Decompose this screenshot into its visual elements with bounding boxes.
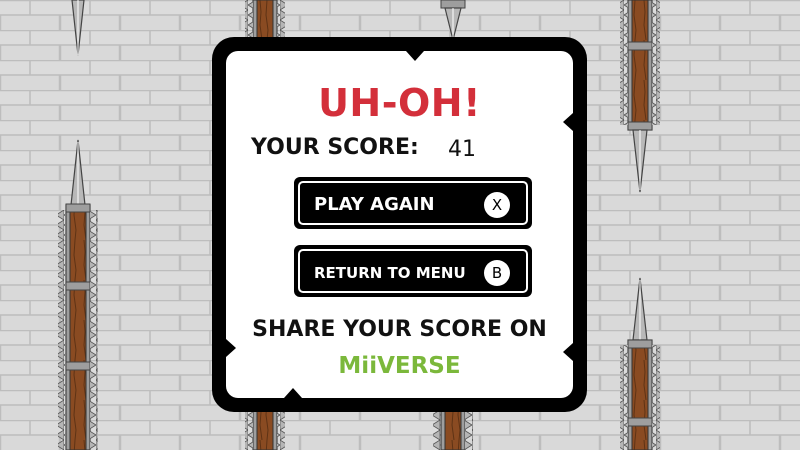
- x-button-icon: X: [484, 192, 510, 218]
- score-label: YOUR SCORE:: [251, 135, 419, 160]
- share-score-label: SHARE YOUR SCORE ON: [252, 317, 547, 342]
- frame-notch: [284, 388, 302, 398]
- play-again-button-frame: PLAY AGAIN X: [298, 181, 528, 225]
- return-to-menu-button[interactable]: RETURN TO MENU B: [294, 245, 532, 297]
- game-over-dialog: UH-OH! YOUR SCORE: 41 PLAY AGAIN X RETUR…: [212, 37, 587, 412]
- miiverse-share-link[interactable]: MiiVERSE: [226, 353, 573, 379]
- frame-notch: [406, 51, 424, 61]
- b-button-icon: B: [484, 260, 510, 286]
- game-over-title: UH-OH!: [318, 81, 481, 125]
- play-again-label: PLAY AGAIN: [314, 194, 435, 215]
- return-to-menu-button-frame: RETURN TO MENU B: [298, 249, 528, 293]
- game-over-panel: UH-OH! YOUR SCORE: 41 PLAY AGAIN X RETUR…: [226, 51, 573, 398]
- return-to-menu-label: RETURN TO MENU: [314, 264, 466, 282]
- play-again-button[interactable]: PLAY AGAIN X: [294, 177, 532, 229]
- score-value: 41: [448, 137, 476, 162]
